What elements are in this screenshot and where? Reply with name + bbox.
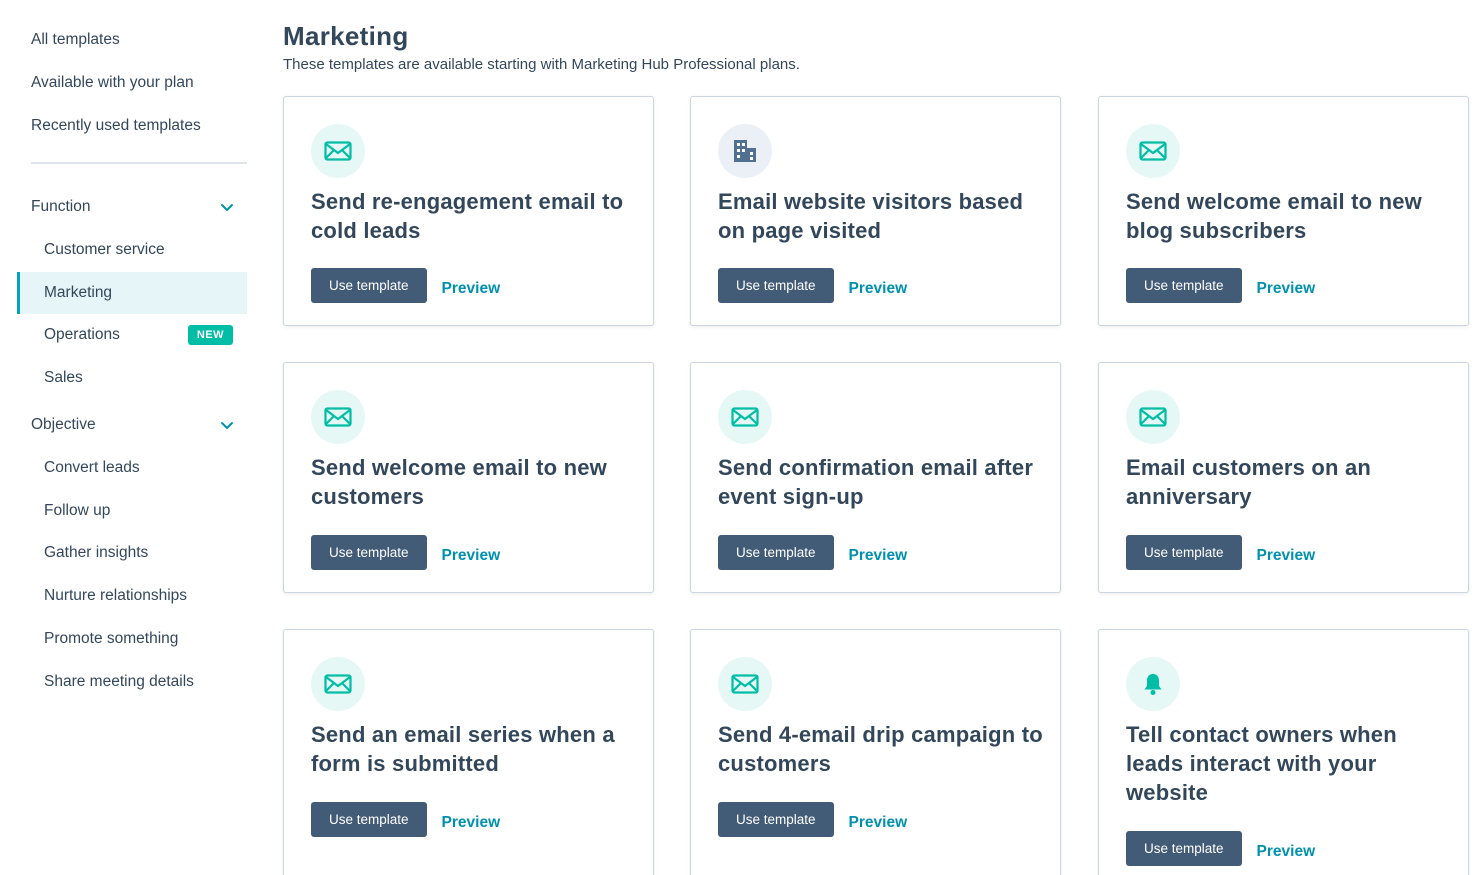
- template-card: Email website visitors based on page vis…: [690, 96, 1061, 326]
- card-title: Send welcome email to new blog subscribe…: [1126, 189, 1422, 243]
- objective-group-label: Objective: [31, 416, 96, 433]
- use-template-button[interactable]: Use template: [311, 802, 427, 837]
- email-icon: [311, 124, 365, 178]
- preview-link[interactable]: Preview: [1257, 280, 1316, 298]
- card-actions: Use template Preview: [1126, 268, 1315, 303]
- email-icon: [1126, 390, 1180, 444]
- preview-link[interactable]: Preview: [442, 280, 501, 298]
- chevron-down-icon: [221, 204, 233, 211]
- sidebar-item-nurture-relationships[interactable]: Nurture relationships: [17, 575, 247, 617]
- nav-all-templates[interactable]: All templates: [31, 30, 201, 73]
- sidebar-item-sales[interactable]: Sales: [17, 357, 247, 399]
- card-title: Send confirmation email after event sign…: [718, 455, 1034, 509]
- template-card: Send confirmation email after event sign…: [690, 362, 1061, 593]
- building-icon: [718, 124, 772, 178]
- card-actions: Use template Preview: [1126, 535, 1315, 570]
- page-subtitle: These templates are available starting w…: [283, 56, 800, 73]
- card-title: Send welcome email to new customers: [311, 455, 607, 509]
- sidebar-item-label: Convert leads: [44, 459, 140, 476]
- main-content: Marketing These templates are available …: [283, 0, 1473, 875]
- sidebar-item-label: Sales: [44, 369, 83, 386]
- use-template-button[interactable]: Use template: [718, 268, 834, 303]
- sidebar-item-convert-leads[interactable]: Convert leads: [17, 447, 247, 489]
- preview-link[interactable]: Preview: [442, 547, 501, 565]
- card-title: Email website visitors based on page vis…: [718, 189, 1024, 243]
- workflow-templates-page: All templates Available with your plan R…: [0, 0, 1483, 875]
- card-title: Send an email series when a form is subm…: [311, 722, 615, 776]
- sidebar-divider: [31, 162, 247, 164]
- sidebar-item-operations[interactable]: Operations NEW: [17, 314, 247, 356]
- email-icon: [718, 657, 772, 711]
- template-filter-nav: All templates Available with your plan R…: [31, 30, 201, 159]
- card-title: Send re-engagement email to cold leads: [311, 189, 624, 243]
- preview-link[interactable]: Preview: [849, 814, 908, 832]
- preview-link[interactable]: Preview: [1257, 547, 1316, 565]
- card-title: Email customers on an anniversary: [1126, 455, 1372, 509]
- template-card: Tell contact owners when leads interact …: [1098, 629, 1469, 875]
- card-title: Send 4-email drip campaign to customers: [718, 722, 1043, 776]
- template-card: Email customers on an anniversary Use te…: [1098, 362, 1469, 593]
- bell-icon: [1126, 657, 1180, 711]
- email-icon: [311, 657, 365, 711]
- preview-link[interactable]: Preview: [442, 814, 501, 832]
- card-actions: Use template Preview: [311, 802, 500, 837]
- email-icon: [311, 390, 365, 444]
- card-actions: Use template Preview: [718, 802, 907, 837]
- sidebar-item-promote-something[interactable]: Promote something: [17, 618, 247, 660]
- card-actions: Use template Preview: [718, 535, 907, 570]
- function-group-label: Function: [31, 198, 91, 215]
- template-card: Send welcome email to new blog subscribe…: [1098, 96, 1469, 326]
- template-card: Send re-engagement email to cold leads U…: [283, 96, 654, 326]
- preview-link[interactable]: Preview: [849, 547, 908, 565]
- use-template-button[interactable]: Use template: [718, 802, 834, 837]
- preview-link[interactable]: Preview: [849, 280, 908, 298]
- sidebar-item-label: Nurture relationships: [44, 587, 188, 604]
- sidebar-item-label: Gather insights: [44, 544, 149, 561]
- use-template-button[interactable]: Use template: [1126, 535, 1242, 570]
- sidebar: All templates Available with your plan R…: [0, 0, 250, 875]
- sidebar-item-gather-insights[interactable]: Gather insights: [17, 532, 247, 574]
- sidebar-item-customer-service[interactable]: Customer service: [17, 229, 247, 271]
- nav-available-with-plan[interactable]: Available with your plan: [31, 73, 201, 116]
- new-badge: NEW: [187, 325, 233, 345]
- sidebar-item-label: Share meeting details: [44, 673, 194, 690]
- use-template-button[interactable]: Use template: [1126, 831, 1242, 866]
- sidebar-item-label: Customer service: [44, 241, 165, 258]
- sidebar-item-label: Promote something: [44, 630, 179, 647]
- use-template-button[interactable]: Use template: [718, 535, 834, 570]
- template-card: Send an email series when a form is subm…: [283, 629, 654, 875]
- email-icon: [718, 390, 772, 444]
- card-title: Tell contact owners when leads interact …: [1126, 722, 1397, 805]
- template-card: Send 4-email drip campaign to customers …: [690, 629, 1061, 875]
- email-icon: [1126, 124, 1180, 178]
- card-actions: Use template Preview: [1126, 831, 1315, 866]
- card-actions: Use template Preview: [311, 535, 500, 570]
- card-actions: Use template Preview: [718, 268, 907, 303]
- sidebar-item-share-meeting-details[interactable]: Share meeting details: [17, 661, 247, 703]
- preview-link[interactable]: Preview: [1257, 843, 1316, 861]
- use-template-button[interactable]: Use template: [311, 535, 427, 570]
- nav-recently-used[interactable]: Recently used templates: [31, 116, 201, 159]
- card-actions: Use template Preview: [311, 268, 500, 303]
- sidebar-item-label: Marketing: [44, 284, 113, 301]
- use-template-button[interactable]: Use template: [1126, 268, 1242, 303]
- sidebar-item-follow-up[interactable]: Follow up: [17, 490, 247, 532]
- chevron-down-icon: [221, 422, 233, 429]
- page-title: Marketing: [283, 21, 409, 51]
- objective-group-toggle[interactable]: Objective: [31, 413, 235, 437]
- use-template-button[interactable]: Use template: [311, 268, 427, 303]
- sidebar-item-label: Operations: [44, 326, 120, 343]
- template-card: Send welcome email to new customers Use …: [283, 362, 654, 593]
- sidebar-item-label: Follow up: [44, 502, 111, 519]
- sidebar-item-marketing[interactable]: Marketing: [17, 272, 247, 314]
- function-group-toggle[interactable]: Function: [31, 195, 235, 219]
